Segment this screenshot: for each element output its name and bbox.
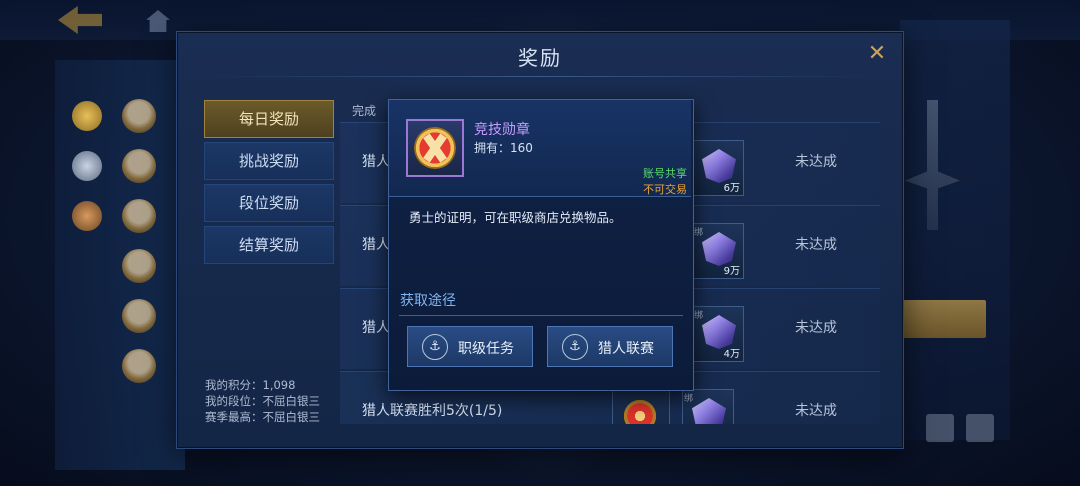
tab-challenge-reward[interactable]: 挑战奖励 — [204, 142, 334, 180]
reward-gem-slot[interactable]: 绑 — [682, 389, 734, 424]
task-status: 未达成 — [795, 237, 837, 253]
trident-icon: ⚓ — [562, 334, 588, 360]
gem-icon — [702, 315, 736, 349]
gem-icon — [702, 232, 736, 266]
reward-count: 4万 — [723, 349, 740, 360]
item-description: 勇士的证明，可在职级商店兑换物品。 — [409, 210, 622, 225]
task-list-header: 完成 — [352, 104, 377, 118]
not-tradable-tag: 不可交易 — [643, 183, 687, 196]
source-divider — [399, 315, 683, 316]
medal-icon — [414, 127, 456, 169]
item-icon-frame — [406, 119, 464, 177]
rank-row — [60, 95, 180, 139]
rank-row — [60, 195, 180, 239]
reward-gem-slot[interactable]: 绑 4万 — [692, 306, 744, 362]
gem-icon — [692, 398, 726, 424]
task-status: 未达成 — [795, 403, 837, 419]
rank-task-button[interactable]: ⚓ 职级任务 — [407, 326, 533, 367]
rank-row — [60, 345, 180, 389]
season-best: 赛季最高：不屈白银三 — [205, 410, 320, 424]
task-name: 猎人 — [362, 154, 390, 170]
avatar — [122, 149, 156, 183]
bottom-icons — [920, 410, 1030, 470]
tab-daily-reward[interactable]: 每日奖励 — [204, 100, 334, 138]
my-points: 我的积分：1,098 — [205, 378, 296, 392]
item-owned-count: 拥有：160 — [474, 141, 533, 155]
avatar — [122, 349, 156, 383]
menu-icon — [926, 414, 954, 442]
task-name: 猎人 — [362, 320, 390, 336]
task-status: 未达成 — [795, 320, 837, 336]
tab-settlement-reward[interactable]: 结算奖励 — [204, 226, 334, 264]
bronze-crown-icon — [72, 201, 102, 231]
task-name: 猎人联赛胜利5次(1/5) — [362, 403, 503, 419]
my-rank: 我的段位：不屈白银三 — [205, 394, 320, 408]
rank-row — [60, 145, 180, 189]
hunter-league-button[interactable]: ⚓ 猎人联赛 — [547, 326, 673, 367]
close-icon[interactable]: ✕ — [865, 43, 889, 67]
task-status: 未达成 — [795, 154, 837, 170]
menu-icon — [966, 414, 994, 442]
avatar — [122, 99, 156, 133]
right-panel-background — [900, 20, 1010, 440]
rank-row — [60, 295, 180, 339]
trident-icon: ⚓ — [422, 334, 448, 360]
silver-crown-icon — [72, 151, 102, 181]
reward-tabs: 每日奖励 挑战奖励 段位奖励 结算奖励 — [204, 100, 334, 268]
source-title: 获取途径 — [400, 293, 456, 309]
account-shared-tag: 账号共享 — [643, 167, 687, 180]
button-label: 职级任务 — [458, 341, 514, 357]
item-name: 竞技勋章 — [474, 122, 530, 138]
medal-icon — [621, 396, 659, 424]
avatar — [122, 299, 156, 333]
background-action-button — [900, 300, 986, 338]
reward-count: 6万 — [723, 183, 740, 194]
reward-gem-slot[interactable]: 6万 — [692, 140, 744, 196]
reward-count: 9万 — [723, 266, 740, 277]
tooltip-header: 竞技勋章 拥有：160 账号共享 不可交易 — [389, 100, 691, 197]
rank-row — [60, 245, 180, 289]
avatar — [122, 199, 156, 233]
bound-tag: 绑 — [684, 394, 694, 404]
avatar — [122, 249, 156, 283]
reward-medal-slot[interactable] — [612, 389, 670, 424]
item-tooltip: 竞技勋章 拥有：160 账号共享 不可交易 勇士的证明，可在职级商店兑换物品。 … — [388, 99, 694, 391]
bound-tag: 绑 — [694, 228, 704, 238]
reward-gem-slot[interactable]: 绑 9万 — [692, 223, 744, 279]
bound-tag: 绑 — [694, 311, 704, 321]
button-label: 猎人联赛 — [598, 341, 654, 357]
dialog-title: 奖励 — [518, 46, 562, 70]
task-name: 猎人 — [362, 237, 390, 253]
gold-crown-icon — [72, 101, 102, 131]
gem-icon — [702, 149, 736, 183]
title-divider — [207, 76, 873, 77]
tab-rank-reward[interactable]: 段位奖励 — [204, 184, 334, 222]
player-stats: 我的积分：1,098 我的段位：不屈白银三 赛季最高：不屈白银三 — [205, 377, 320, 425]
